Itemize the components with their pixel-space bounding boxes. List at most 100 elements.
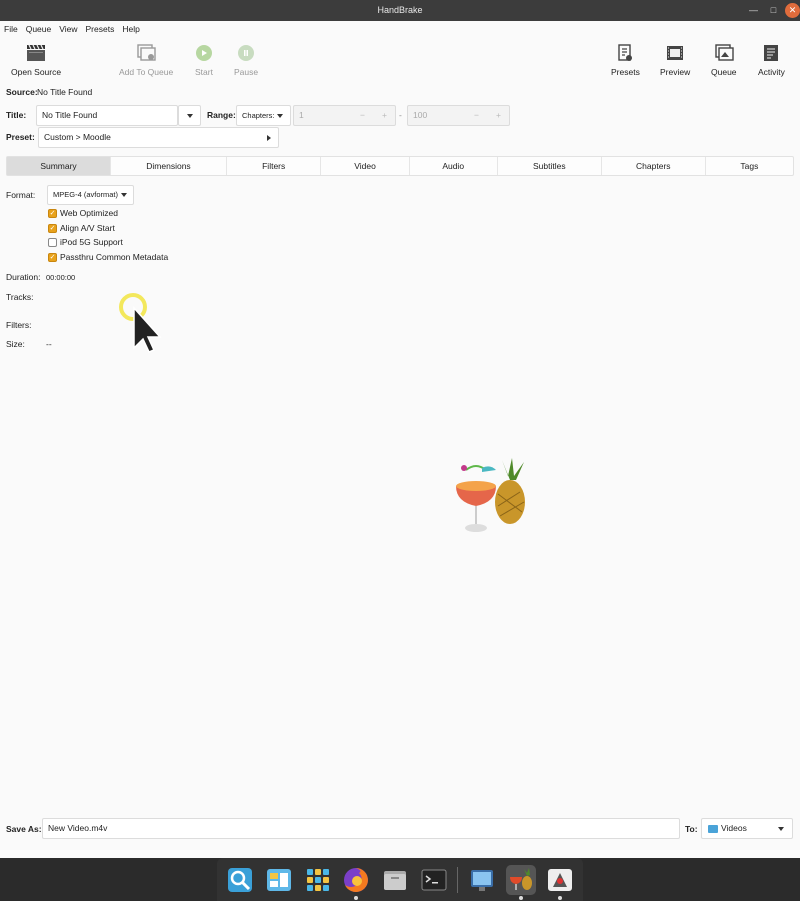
range-end-value: 100 [413, 110, 428, 120]
tab-filters[interactable]: Filters [227, 157, 322, 175]
range-mode-value: Chapters: [242, 111, 275, 120]
tab-video[interactable]: Video [321, 157, 410, 175]
installer-icon[interactable] [545, 865, 575, 900]
activity-button[interactable]: Activity [758, 43, 785, 77]
empty-checkbox-icon [48, 237, 57, 247]
chevron-right-icon [267, 135, 271, 141]
size-label: Size: [6, 339, 25, 349]
web-optimized-label: Web Optimized [60, 208, 118, 218]
title-bar: HandBrake — □ ✕ [0, 0, 800, 21]
files-window-icon[interactable] [264, 865, 294, 895]
presets-button[interactable]: Presets [611, 43, 640, 77]
tab-subtitles[interactable]: Subtitles [498, 157, 602, 175]
ipod-support-label: iPod 5G Support [60, 237, 123, 247]
settings-tabs: Summary Dimensions Filters Video Audio S… [6, 156, 794, 176]
play-icon [194, 43, 214, 63]
menu-queue[interactable]: Queue [22, 21, 56, 38]
menu-presets[interactable]: Presets [82, 21, 119, 38]
checkmark-icon: ✓ [48, 208, 57, 218]
tab-audio[interactable]: Audio [410, 157, 498, 175]
range-dash: - [399, 110, 402, 120]
activity-label: Activity [758, 67, 785, 77]
app-grid-icon[interactable] [303, 865, 333, 895]
align-av-label: Align A/V Start [60, 223, 115, 233]
destination-folder-value: Videos [721, 823, 747, 833]
menu-bar: File Queue View Presets Help [0, 21, 800, 38]
film-icon [665, 43, 685, 63]
start-button[interactable]: Start [194, 43, 214, 77]
preset-value: Custom > Moodle [44, 132, 111, 142]
plus-icon[interactable]: + [382, 110, 387, 120]
presets-icon [615, 43, 635, 63]
queue-button[interactable]: Queue [711, 43, 737, 77]
start-label: Start [195, 67, 213, 77]
file-manager-icon[interactable] [380, 865, 410, 895]
handbrake-window: HandBrake — □ ✕ File Queue View Presets … [0, 0, 800, 858]
save-as-value: New Video.m4v [48, 823, 108, 833]
preview-button[interactable]: Preview [660, 43, 690, 77]
screen-recorder-icon[interactable] [467, 865, 497, 895]
window-title: HandBrake [377, 5, 423, 15]
web-optimized-checkbox[interactable]: ✓ Web Optimized [48, 208, 118, 218]
pause-label: Pause [234, 67, 259, 77]
tab-summary[interactable]: Summary [7, 157, 112, 175]
tab-chapters[interactable]: Chapters [602, 157, 706, 175]
tab-dimensions[interactable]: Dimensions [111, 157, 227, 175]
destination-folder-select[interactable]: Videos [701, 818, 793, 839]
save-as-label: Save As: [6, 824, 42, 834]
title-label: Title: [6, 110, 27, 120]
minus-icon[interactable]: − [474, 110, 479, 120]
passthru-metadata-checkbox[interactable]: ✓ Passthru Common Metadata [48, 252, 168, 262]
terminal-icon[interactable] [419, 865, 449, 895]
queue-label: Queue [711, 67, 737, 77]
chevron-down-icon [186, 114, 193, 118]
activity-icon [761, 43, 781, 63]
range-label: Range: [207, 110, 236, 120]
dock-separator [457, 866, 459, 893]
minimize-icon[interactable]: — [746, 3, 761, 18]
title-dropdown-button[interactable] [178, 105, 201, 126]
format-select[interactable]: MPEG-4 (avformat) [47, 185, 134, 205]
firefox-icon[interactable] [341, 865, 371, 900]
tracks-label: Tracks: [6, 292, 34, 302]
range-start-value: 1 [299, 110, 304, 120]
source-label: Source: [6, 87, 38, 97]
close-icon[interactable]: ✕ [785, 3, 800, 18]
menu-view[interactable]: View [55, 21, 81, 38]
chevron-down-icon [121, 193, 127, 197]
add-to-queue-button[interactable]: Add To Queue [119, 43, 173, 77]
folder-icon [708, 825, 718, 833]
save-as-input[interactable]: New Video.m4v [42, 818, 680, 839]
plus-icon[interactable]: + [496, 110, 501, 120]
minus-icon[interactable]: − [360, 110, 365, 120]
range-mode-select[interactable]: Chapters: [236, 105, 291, 126]
filters-label: Filters: [6, 320, 32, 330]
passthru-metadata-label: Passthru Common Metadata [60, 252, 169, 262]
to-label: To: [685, 824, 698, 834]
dock [217, 858, 583, 901]
handbrake-dock-icon[interactable] [505, 864, 536, 900]
handbrake-logo [456, 458, 525, 532]
menu-help[interactable]: Help [118, 21, 143, 38]
checkmark-icon: ✓ [48, 223, 57, 233]
ipod-support-checkbox[interactable]: iPod 5G Support [48, 237, 123, 247]
clapperboard-icon [26, 43, 46, 63]
search-app-icon[interactable] [225, 865, 255, 895]
pause-icon [236, 43, 256, 63]
size-value: -- [46, 339, 52, 349]
preset-selector[interactable]: Custom > Moodle [38, 127, 279, 148]
mouse-cursor-icon [119, 293, 162, 353]
align-av-checkbox[interactable]: ✓ Align A/V Start [48, 223, 115, 233]
tab-tags[interactable]: Tags [706, 157, 793, 175]
range-end-spin[interactable]: 100 − + [407, 105, 510, 126]
preset-label: Preset: [6, 132, 35, 142]
pause-button[interactable]: Pause [234, 43, 258, 77]
menu-file[interactable]: File [0, 21, 22, 38]
title-value: No Title Found [42, 110, 98, 120]
maximize-icon[interactable]: □ [766, 3, 781, 18]
range-start-spin[interactable]: 1 − + [293, 105, 396, 126]
title-combo[interactable]: No Title Found [36, 105, 178, 126]
queue-icon [714, 43, 734, 63]
open-source-button[interactable]: Open Source [11, 43, 61, 77]
format-label: Format: [6, 190, 36, 200]
